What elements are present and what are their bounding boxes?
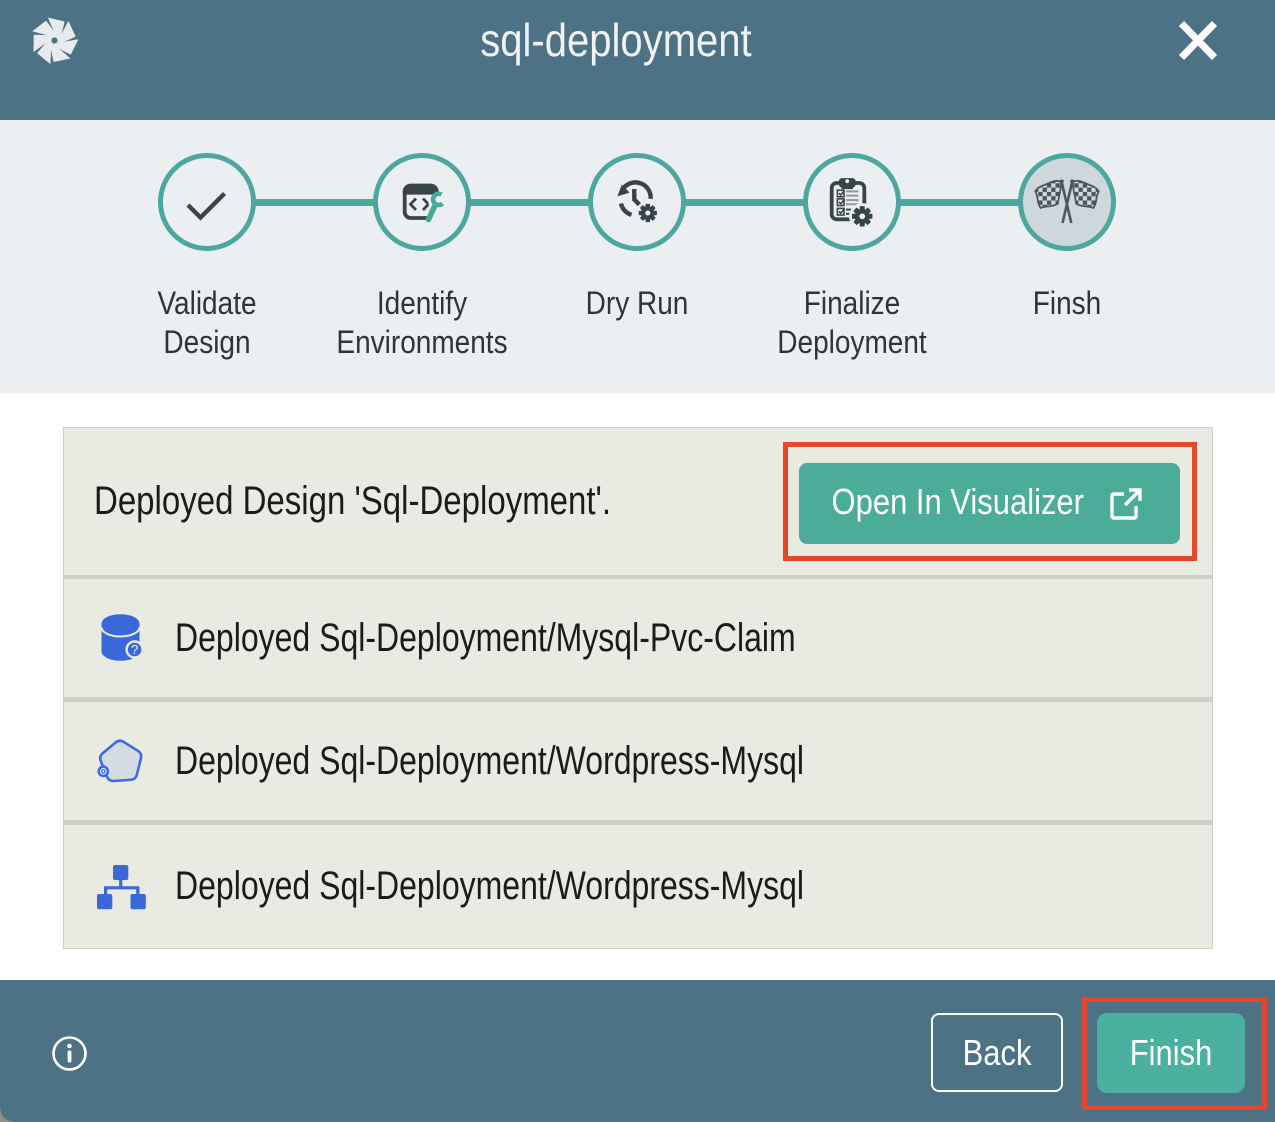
- svg-text:?: ?: [131, 642, 138, 657]
